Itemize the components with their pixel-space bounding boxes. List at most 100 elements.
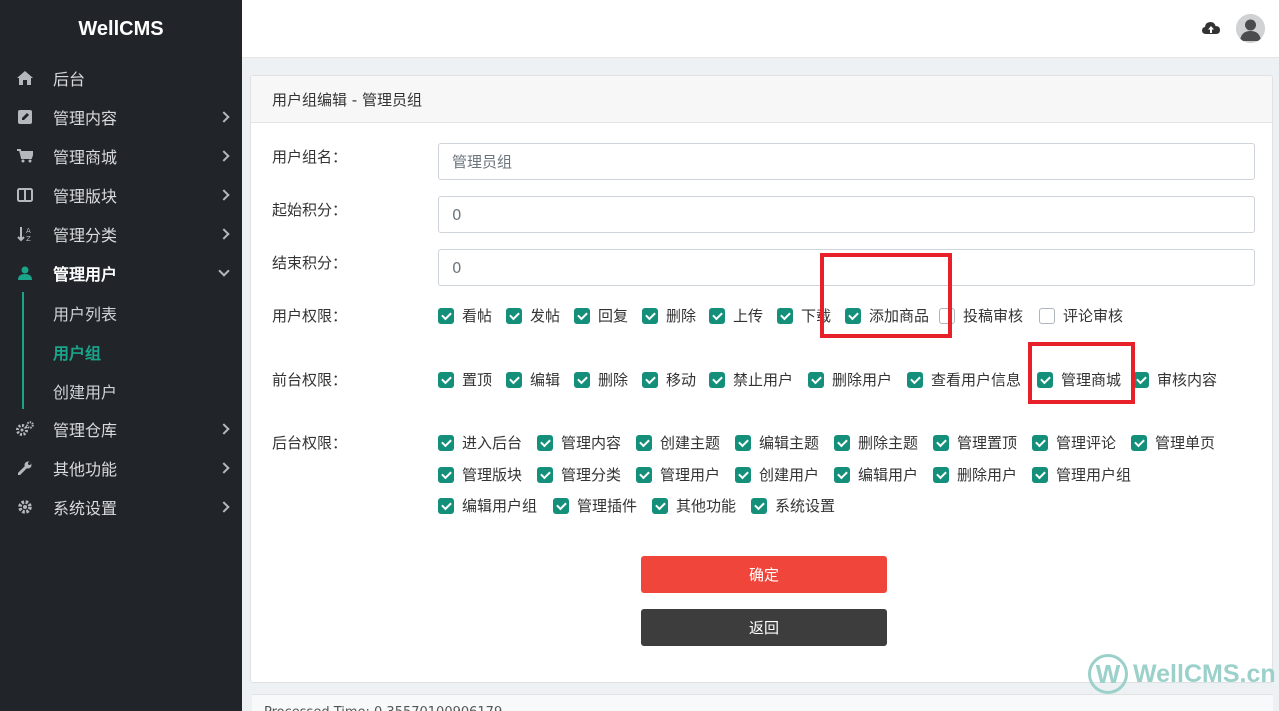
checkbox-checked-icon xyxy=(709,307,725,324)
columns-icon xyxy=(16,186,34,204)
front-perm-checkbox[interactable]: 审核内容 xyxy=(1133,369,1217,390)
gear-icon xyxy=(16,498,34,516)
sidebar-item-shop[interactable]: 管理商城 xyxy=(0,136,242,175)
back-perm-checkbox[interactable]: 删除主题 xyxy=(834,432,918,453)
sidebar-item-other[interactable]: 其他功能 xyxy=(0,448,242,487)
back-perm-checkbox[interactable]: 管理置顶 xyxy=(933,432,1017,453)
back-perm-checkbox[interactable]: 删除用户 xyxy=(933,464,1017,485)
back-perm-checkbox[interactable]: 编辑用户组 xyxy=(438,495,537,516)
sidebar-item-categories[interactable]: AZ 管理分类 xyxy=(0,214,242,253)
checkbox-unchecked-icon xyxy=(1039,307,1055,324)
checkbox-label: 置顶 xyxy=(462,371,493,389)
back-perm-checkbox[interactable]: 创建用户 xyxy=(735,464,819,485)
checkbox-checked-icon xyxy=(438,371,454,388)
checkbox-label: 发帖 xyxy=(530,307,561,325)
back-perm-checkbox[interactable]: 管理版块 xyxy=(438,464,522,485)
front-perm-checkbox[interactable]: 编辑 xyxy=(506,369,560,390)
sidebar-subitem-user-list[interactable]: 用户列表 xyxy=(53,301,117,325)
back-perm-checkbox[interactable]: 系统设置 xyxy=(751,495,835,516)
chevron-right-icon xyxy=(218,110,230,123)
checkbox-label: 管理单页 xyxy=(1155,434,1216,452)
group-name-input[interactable]: 管理员组 xyxy=(438,143,1255,180)
sidebar-item-label: 管理商城 xyxy=(53,147,118,167)
sidebar-subitem-create-user[interactable]: 创建用户 xyxy=(53,379,117,403)
confirm-button[interactable]: 确定 xyxy=(641,556,887,593)
checkbox-label: 编辑用户组 xyxy=(462,497,538,515)
back-perm-checkbox[interactable]: 编辑主题 xyxy=(735,432,819,453)
sidebar-subitem-user-group[interactable]: 用户组 xyxy=(53,340,101,364)
checkbox-checked-icon xyxy=(438,307,454,324)
checkbox-checked-icon xyxy=(438,434,454,451)
back-perm-checkbox[interactable]: 管理内容 xyxy=(537,432,621,453)
back-perm-checkbox[interactable]: 编辑用户 xyxy=(834,464,918,485)
sidebar-item-label: 管理仓库 xyxy=(53,420,118,440)
back-button[interactable]: 返回 xyxy=(641,609,887,646)
back-perm-checkbox[interactable]: 管理单页 xyxy=(1131,432,1215,453)
checkbox-checked-icon xyxy=(636,466,652,483)
checkbox-label: 编辑主题 xyxy=(759,434,820,452)
sidebar-item-content[interactable]: 管理内容 xyxy=(0,97,242,136)
checkbox-label: 投稿审核 xyxy=(963,307,1024,325)
back-perm-checkbox[interactable]: 管理分类 xyxy=(537,464,621,485)
checkbox-checked-icon xyxy=(933,466,949,483)
avatar[interactable] xyxy=(1236,14,1265,43)
chevron-right-icon xyxy=(218,188,230,201)
front-perm-checkbox[interactable]: 禁止用户 xyxy=(709,369,793,390)
sidebar-item-dashboard[interactable]: 后台 xyxy=(0,58,242,97)
front-perm-checkbox[interactable]: 置顶 xyxy=(438,369,492,390)
back-perm-checkbox[interactable]: 管理用户组 xyxy=(1032,464,1131,485)
checkbox-checked-icon xyxy=(438,466,454,483)
back-perm-checkbox[interactable]: 管理用户 xyxy=(636,464,720,485)
back-perm-checkbox[interactable]: 管理插件 xyxy=(553,495,637,516)
front-perm-checkbox[interactable]: 删除 xyxy=(574,369,628,390)
start-credits-input[interactable]: 0 xyxy=(438,196,1255,233)
checkbox-label: 管理置顶 xyxy=(957,434,1018,452)
checkbox-label: 进入后台 xyxy=(462,434,523,452)
checkbox-checked-icon xyxy=(933,434,949,451)
front-perm-label: 前台权限： xyxy=(272,371,348,389)
sidebar-item-forums[interactable]: 管理版块 xyxy=(0,175,242,214)
chevron-down-icon xyxy=(218,265,230,277)
checkbox-label: 编辑用户 xyxy=(858,466,919,484)
end-credits-label: 结束积分： xyxy=(272,254,348,272)
sidebar-item-warehouse[interactable]: 管理仓库 xyxy=(0,409,242,448)
checkbox-label: 审核内容 xyxy=(1157,371,1218,389)
front-perm-checkbox[interactable]: 移动 xyxy=(642,369,696,390)
cloud-upload-icon[interactable] xyxy=(1202,21,1220,37)
start-credits-label: 起始积分： xyxy=(272,201,348,219)
checkbox-checked-icon xyxy=(574,371,590,388)
checkbox-label: 管理内容 xyxy=(561,434,622,452)
brand-logo[interactable]: WellCMS xyxy=(0,0,242,58)
back-perm-checkbox[interactable]: 进入后台 xyxy=(438,432,522,453)
front-perm-checkbox[interactable]: 删除用户 xyxy=(808,369,892,390)
user-perm-checkbox[interactable]: 删除 xyxy=(642,305,696,326)
checkbox-checked-icon xyxy=(751,497,767,514)
checkbox-label: 禁止用户 xyxy=(733,371,794,389)
user-icon xyxy=(16,264,34,282)
group-name-label: 用户组名： xyxy=(272,148,348,166)
user-perm-checkbox[interactable]: 看帖 xyxy=(438,305,492,326)
checkbox-label: 管理分类 xyxy=(561,466,622,484)
user-perm-checkbox[interactable]: 回复 xyxy=(574,305,628,326)
checkbox-checked-icon xyxy=(1032,466,1048,483)
sidebar-item-label: 其他功能 xyxy=(53,459,118,479)
sort-icon: AZ xyxy=(16,225,34,243)
back-perm-checkbox[interactable]: 管理评论 xyxy=(1032,432,1116,453)
checkbox-label: 创建用户 xyxy=(759,466,820,484)
sidebar-item-label: 后台 xyxy=(53,69,86,89)
home-icon xyxy=(16,69,34,87)
user-perm-checkbox[interactable]: 评论审核 xyxy=(1039,305,1123,326)
back-perm-checkbox[interactable]: 其他功能 xyxy=(652,495,736,516)
sidebar-item-settings[interactable]: 系统设置 xyxy=(0,487,242,526)
highlight-box-manage-shop xyxy=(1028,342,1135,404)
checkbox-checked-icon xyxy=(506,307,522,324)
front-perm-checkbox[interactable]: 查看用户信息 xyxy=(907,369,1021,390)
checkbox-label: 编辑 xyxy=(530,371,561,389)
checkbox-checked-icon xyxy=(652,497,668,514)
user-perm-checkbox[interactable]: 发帖 xyxy=(506,305,560,326)
back-perm-checkbox[interactable]: 创建主题 xyxy=(636,432,720,453)
sidebar-item-users[interactable]: 管理用户 xyxy=(0,253,242,292)
user-perm-checkbox[interactable]: 上传 xyxy=(709,305,763,326)
card-title: 用户组编辑 - 管理员组 xyxy=(251,76,1272,123)
chevron-right-icon xyxy=(218,461,230,474)
